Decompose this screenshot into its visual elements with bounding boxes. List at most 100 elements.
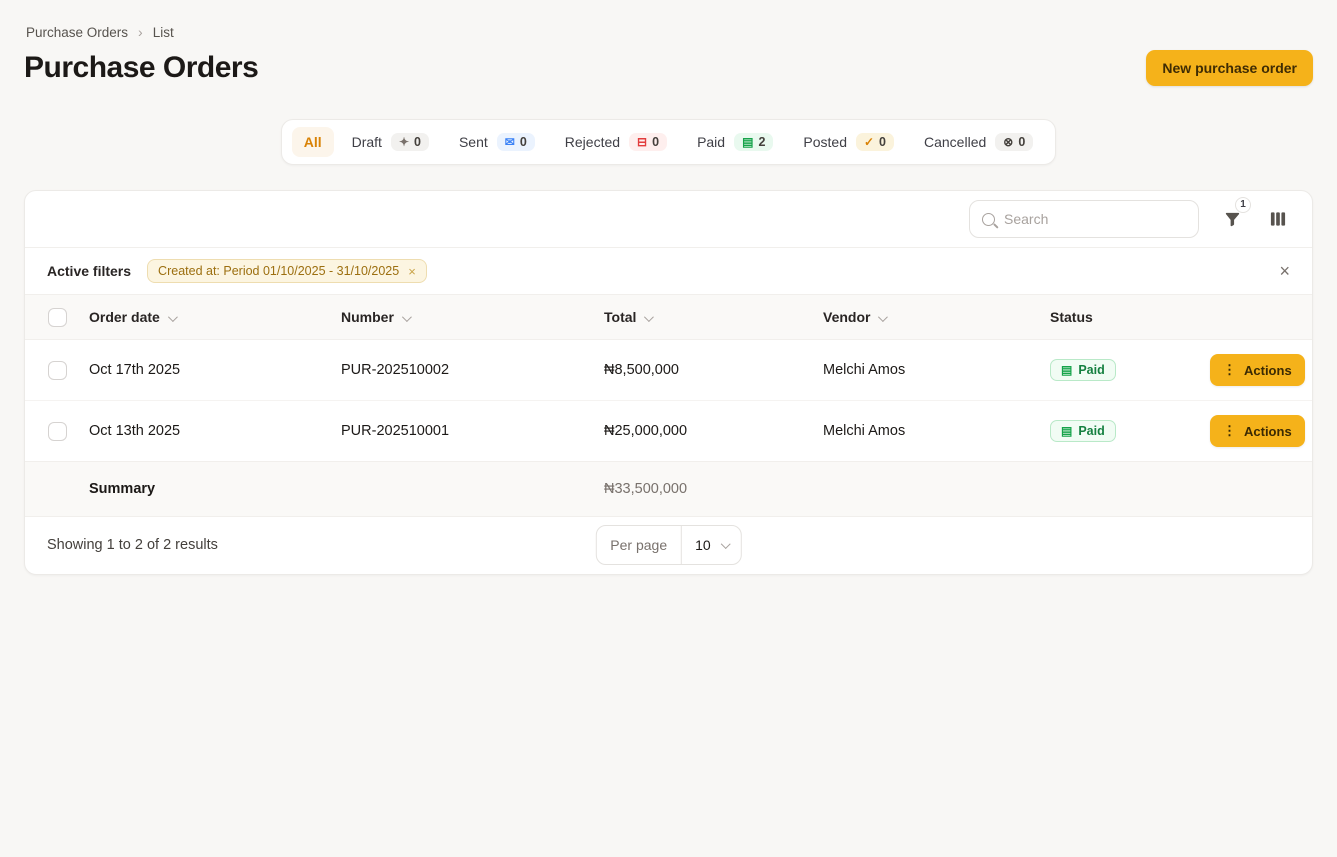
x-circle-icon: ⊗ [1003, 136, 1013, 148]
tab-cancelled[interactable]: Cancelled ⊗ 0 [912, 126, 1045, 158]
new-purchase-order-button[interactable]: New purchase order [1146, 50, 1313, 86]
status-badge-label: Paid [1078, 363, 1104, 377]
column-header-number[interactable]: Number [341, 295, 604, 340]
cell-status: ▤ Paid [1050, 401, 1210, 462]
search-box [969, 200, 1199, 238]
summary-empty-cell [341, 462, 604, 516]
tab-paid-badge: ▤ 2 [734, 133, 773, 151]
tab-posted[interactable]: Posted ✓ 0 [791, 126, 906, 158]
tab-draft[interactable]: Draft ✦ 0 [340, 126, 441, 158]
row-actions-button[interactable]: ⋮ Actions [1210, 415, 1305, 447]
cell-total: ₦8,500,000 [604, 340, 823, 401]
search-icon [982, 213, 995, 226]
summary-empty-cell [25, 462, 89, 516]
purchase-orders-table: Order date Number Total Vendor Status Oc… [25, 294, 1312, 516]
tab-all-label: All [304, 134, 322, 150]
tab-rejected-label: Rejected [565, 134, 620, 150]
tab-cancelled-badge: ⊗ 0 [995, 133, 1033, 151]
tab-cancelled-count: 0 [1018, 135, 1025, 149]
sort-chevron-icon [878, 312, 888, 322]
per-page-label: Per page [596, 526, 681, 564]
sort-chevron-icon [168, 312, 178, 322]
status-badge-label: Paid [1078, 424, 1104, 438]
breadcrumb-purchase-orders[interactable]: Purchase Orders [26, 25, 128, 40]
sparkles-icon: ✦ [399, 136, 409, 148]
clear-all-filters-button[interactable]: × [1279, 262, 1290, 280]
column-header-vendor[interactable]: Vendor [823, 295, 1050, 340]
filter-chip-remove-icon[interactable]: × [408, 265, 416, 278]
tab-sent-label: Sent [459, 134, 488, 150]
tab-all[interactable]: All [292, 127, 334, 157]
row-actions-label: Actions [1244, 363, 1292, 378]
row-actions-button[interactable]: ⋮ Actions [1210, 354, 1305, 386]
row-checkbox[interactable] [48, 361, 67, 380]
summary-label-cell: Summary [89, 462, 341, 516]
tab-posted-badge: ✓ 0 [856, 133, 894, 151]
table-header-row: Order date Number Total Vendor Status [25, 295, 1312, 340]
column-header-order-date-label: Order date [89, 309, 160, 325]
tab-rejected[interactable]: Rejected ⊟ 0 [553, 126, 679, 158]
tab-sent-badge: ✉ 0 [497, 133, 535, 151]
active-filters-label: Active filters [47, 263, 131, 279]
sort-chevron-icon [644, 312, 654, 322]
filter-button[interactable]: 1 [1221, 208, 1244, 231]
status-badge-paid: ▤ Paid [1050, 420, 1116, 442]
row-checkbox[interactable] [48, 422, 67, 441]
summary-empty-cell [823, 462, 1050, 516]
select-all-cell [25, 295, 89, 340]
credit-card-icon: ▤ [1061, 425, 1072, 437]
check-circle-icon: ✓ [864, 136, 874, 148]
column-header-total-label: Total [604, 309, 636, 325]
column-header-actions [1210, 295, 1312, 340]
chevron-down-icon [721, 539, 731, 549]
page-header: Purchase Orders New purchase order [24, 50, 1313, 86]
cell-total: ₦25,000,000 [604, 401, 823, 462]
tab-sent-count: 0 [520, 135, 527, 149]
tabs-container: All Draft ✦ 0 Sent ✉ 0 Rejected ⊟ [24, 119, 1313, 165]
cell-actions: ⋮ Actions [1210, 401, 1312, 462]
toggle-columns-button[interactable] [1266, 207, 1290, 231]
tab-paid-count: 2 [758, 135, 765, 149]
filter-count-badge: 1 [1235, 197, 1251, 213]
row-checkbox-cell [25, 401, 89, 462]
column-header-status: Status [1050, 295, 1210, 340]
filter-chip-text: Created at: Period 01/10/2025 - 31/10/20… [158, 264, 399, 278]
active-filters-row: Active filters Created at: Period 01/10/… [25, 247, 1312, 294]
sort-chevron-icon [402, 312, 412, 322]
archive-box-icon: ⊟ [637, 136, 647, 148]
vertical-dots-icon: ⋮ [1223, 362, 1236, 378]
tab-paid[interactable]: Paid ▤ 2 [685, 126, 785, 158]
column-header-order-date[interactable]: Order date [89, 295, 341, 340]
page-title: Purchase Orders [24, 51, 258, 85]
summary-total-cell: ₦33,500,000 [604, 462, 823, 516]
tab-sent[interactable]: Sent ✉ 0 [447, 126, 547, 158]
vertical-dots-icon: ⋮ [1223, 423, 1236, 439]
tab-draft-label: Draft [352, 134, 382, 150]
per-page-select[interactable]: 10 [682, 526, 741, 564]
search-input[interactable] [1004, 211, 1186, 227]
credit-card-icon: ▤ [742, 136, 753, 148]
select-all-checkbox[interactable] [48, 308, 67, 327]
tab-rejected-count: 0 [652, 135, 659, 149]
table-row[interactable]: Oct 17th 2025 PUR-202510002 ₦8,500,000 M… [25, 340, 1312, 401]
breadcrumb: Purchase Orders › List [24, 24, 1313, 40]
filter-chip-created-at: Created at: Period 01/10/2025 - 31/10/20… [147, 259, 427, 283]
cell-vendor: Melchi Amos [823, 340, 1050, 401]
cell-vendor: Melchi Amos [823, 401, 1050, 462]
column-header-vendor-label: Vendor [823, 309, 870, 325]
cell-order-date: Oct 13th 2025 [89, 401, 341, 462]
per-page-value: 10 [695, 537, 711, 553]
table-row[interactable]: Oct 13th 2025 PUR-202510001 ₦25,000,000 … [25, 401, 1312, 462]
column-header-total[interactable]: Total [604, 295, 823, 340]
per-page-control: Per page 10 [595, 525, 741, 565]
tab-posted-label: Posted [803, 134, 847, 150]
row-checkbox-cell [25, 340, 89, 401]
results-count-text: Showing 1 to 2 of 2 results [47, 537, 218, 553]
columns-icon [1268, 209, 1288, 229]
summary-empty-cell [1050, 462, 1210, 516]
cell-number: PUR-202510002 [341, 340, 604, 401]
credit-card-icon: ▤ [1061, 364, 1072, 376]
purchase-orders-table-card: 1 Active filters Created at: Period 01/1… [24, 190, 1313, 575]
summary-row: Summary ₦33,500,000 [25, 462, 1312, 516]
purchase-orders-page: Purchase Orders › List Purchase Orders N… [0, 0, 1337, 575]
